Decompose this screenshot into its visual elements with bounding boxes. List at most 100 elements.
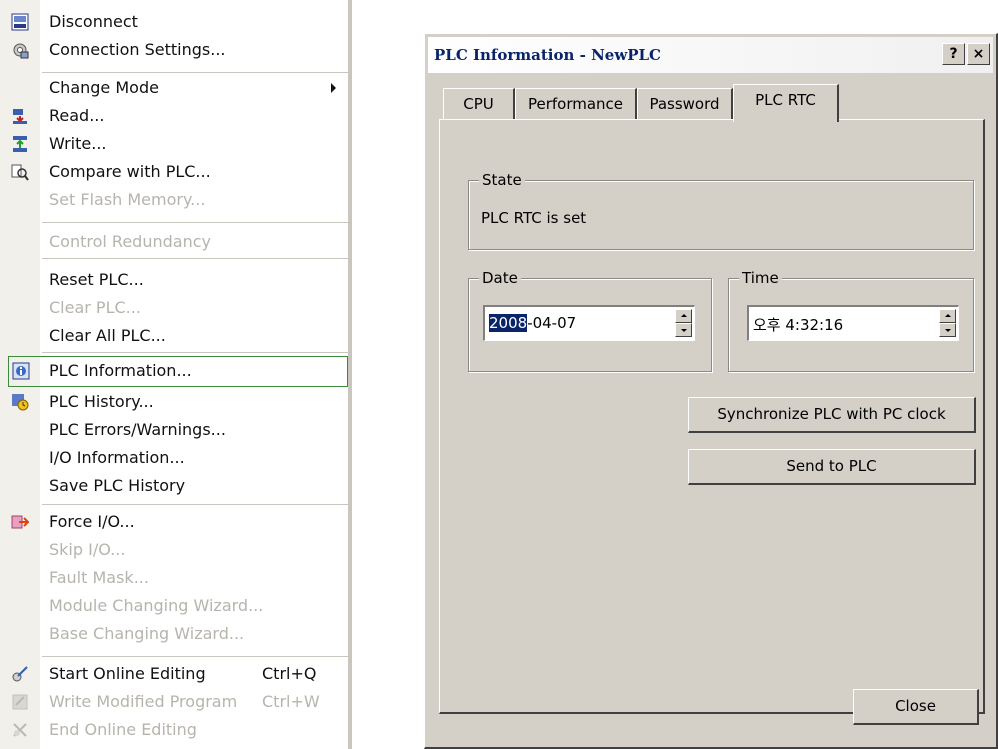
menu-item-label: Reset PLC... <box>49 270 144 289</box>
menu-separator <box>42 72 348 73</box>
plc-information-icon <box>12 362 30 380</box>
menu-item-label: Compare with PLC... <box>49 162 211 181</box>
menu-item-connection-settings[interactable]: Connection Settings... <box>0 36 348 64</box>
start-online-editing-icon <box>12 666 28 682</box>
menu-item-end-online-editing[interactable]: End Online Editing <box>0 716 348 744</box>
disconnect-icon <box>11 13 29 31</box>
date-legend: Date <box>479 269 521 287</box>
close-button[interactable]: Close <box>853 689 979 725</box>
time-spin-up-icon[interactable] <box>939 309 956 323</box>
dialog-title-bar[interactable]: PLC Information - NewPLC ? × <box>428 37 993 73</box>
menu-item-skip-io[interactable]: Skip I/O... <box>0 536 348 564</box>
close-x-button[interactable]: × <box>967 43 990 65</box>
menu-separator <box>42 656 348 657</box>
menu-item-shortcut: Ctrl+Q <box>262 664 317 683</box>
send-to-plc-button[interactable]: Send to PLC <box>688 449 976 485</box>
menu-item-label: Set Flash Memory... <box>49 190 206 209</box>
menu-item-label: Connection Settings... <box>49 40 226 59</box>
compare-icon <box>11 164 29 181</box>
menu-item-read[interactable]: Read... <box>0 102 348 130</box>
connection-settings-icon <box>13 43 29 59</box>
time-legend: Time <box>739 269 782 287</box>
read-icon <box>13 109 27 124</box>
time-group: Time 오후 4:32:16 <box>728 269 974 372</box>
menu-item-save-plc-history[interactable]: Save PLC History <box>0 472 348 500</box>
menu-item-module-changing-wizard[interactable]: Module Changing Wizard... <box>0 592 348 620</box>
synchronize-plc-with-pc-clock-button[interactable]: Synchronize PLC with PC clock <box>688 397 976 433</box>
menu-item-shortcut: Ctrl+W <box>262 692 320 711</box>
menu-item-label: Write... <box>49 134 107 153</box>
plc-information-dialog: PLC Information - NewPLC ? × CPU Perform… <box>424 33 998 749</box>
time-value: 오후 4:32:16 <box>753 316 844 334</box>
tab-panel-plc-rtc: State PLC RTC is set Date 2008-04-07 Tim… <box>439 119 985 714</box>
tab-performance[interactable]: Performance <box>515 88 637 120</box>
menu-separator <box>42 222 348 223</box>
date-year-selected: 2008 <box>489 314 528 332</box>
menu-item-label: Disconnect <box>49 12 138 31</box>
menu-item-label: Control Redundancy <box>49 232 211 251</box>
menu-item-plc-errors-warnings[interactable]: PLC Errors/Warnings... <box>0 416 348 444</box>
write-modified-program-icon <box>12 694 28 710</box>
date-value: 2008-04-07 <box>489 314 576 332</box>
menu-item-label: Clear All PLC... <box>49 326 166 345</box>
date-rest: -04-07 <box>527 314 577 332</box>
menu-item-label: I/O Information... <box>49 448 185 467</box>
menu-item-label: Skip I/O... <box>49 540 126 559</box>
menu-item-label: Read... <box>49 106 105 125</box>
menu-item-force-io[interactable]: Force I/O... <box>0 508 348 536</box>
menu-item-label: Force I/O... <box>49 512 135 531</box>
date-picker[interactable]: 2008-04-07 <box>483 305 695 341</box>
menu-item-label: Start Online Editing <box>49 664 206 683</box>
menu-item-start-online-editing[interactable]: Start Online Editing Ctrl+Q <box>0 660 348 688</box>
menu-item-label: Fault Mask... <box>49 568 149 587</box>
submenu-arrow-icon <box>331 83 336 93</box>
menu-item-label: PLC Errors/Warnings... <box>49 420 226 439</box>
date-group: Date 2008-04-07 <box>468 269 712 372</box>
help-button[interactable]: ? <box>942 43 965 65</box>
menu-item-reset-plc[interactable]: Reset PLC... <box>0 266 348 294</box>
menu-item-label: PLC Information... <box>49 361 192 380</box>
write-icon <box>13 136 27 152</box>
force-io-icon <box>11 515 29 529</box>
menu-item-plc-history[interactable]: PLC History... <box>0 388 348 416</box>
tab-plc-rtc[interactable]: PLC RTC <box>733 84 839 122</box>
menu-item-label: Write Modified Program <box>49 692 238 711</box>
date-spin-up-icon[interactable] <box>675 309 692 323</box>
plc-history-icon <box>12 394 29 411</box>
menu-separator <box>42 258 348 259</box>
menu-item-label: PLC History... <box>49 392 154 411</box>
state-legend: State <box>479 171 525 189</box>
date-spin-buttons <box>675 309 692 338</box>
time-spin-down-icon[interactable] <box>939 323 956 337</box>
time-spin-buttons <box>939 309 956 338</box>
tab-cpu[interactable]: CPU <box>443 88 515 120</box>
menu-item-base-changing-wizard[interactable]: Base Changing Wizard... <box>0 620 348 648</box>
menu-separator <box>42 352 348 353</box>
menu-item-control-redundancy[interactable]: Control Redundancy <box>0 228 348 256</box>
menu-item-change-mode[interactable]: Change Mode <box>0 74 348 102</box>
menu-item-label: Module Changing Wizard... <box>49 596 264 615</box>
menu-item-label: Base Changing Wizard... <box>49 624 245 643</box>
date-spin-down-icon[interactable] <box>675 323 692 337</box>
menu-item-label: Clear PLC... <box>49 298 141 317</box>
menu-item-write[interactable]: Write... <box>0 130 348 158</box>
menu-item-io-information[interactable]: I/O Information... <box>0 444 348 472</box>
menu-item-write-modified-program[interactable]: Write Modified Program Ctrl+W <box>0 688 348 716</box>
menu-item-label: Change Mode <box>49 78 159 97</box>
menu-item-clear-all-plc[interactable]: Clear All PLC... <box>0 322 348 350</box>
menu-separator <box>42 504 348 505</box>
state-text: PLC RTC is set <box>481 209 587 227</box>
end-online-editing-icon <box>13 723 27 737</box>
menu-item-set-flash-memory[interactable]: Set Flash Memory... <box>0 186 348 214</box>
dialog-title: PLC Information - NewPLC <box>434 46 661 64</box>
tab-password[interactable]: Password <box>637 88 733 120</box>
menu-item-label: Save PLC History <box>49 476 186 495</box>
menu-item-label: End Online Editing <box>49 720 197 739</box>
menu-item-compare-with-plc[interactable]: Compare with PLC... <box>0 158 348 186</box>
menu-item-clear-plc[interactable]: Clear PLC... <box>0 294 348 322</box>
menu-item-disconnect[interactable]: Disconnect <box>0 8 348 36</box>
time-picker[interactable]: 오후 4:32:16 <box>747 305 959 341</box>
menu-item-fault-mask[interactable]: Fault Mask... <box>0 564 348 592</box>
menu-item-plc-information[interactable]: PLC Information... <box>8 356 348 387</box>
context-menu: Disconnect Connection Settings... Change… <box>0 0 352 749</box>
